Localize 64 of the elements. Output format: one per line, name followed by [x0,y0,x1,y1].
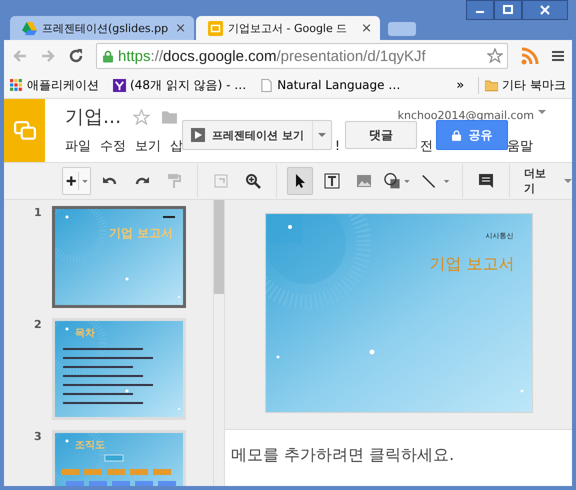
close-icon [540,5,550,15]
shapes-icon [384,172,412,190]
caret-icon [318,133,326,137]
play-icon [191,128,205,142]
menu-item[interactable]: 삽 [170,137,183,155]
drive-icon [22,20,37,36]
slide-number: 1 [34,206,43,221]
maximize-button[interactable] [494,0,522,20]
yahoo-icon [113,78,126,92]
menu-item[interactable]: ! [334,138,340,154]
notes-placeholder: 메모를 추가하려면 클릭하세요. [231,445,456,466]
apps-grid-icon [10,78,23,92]
tab-title: 기업보고서 - Google 드 [228,20,348,36]
new-tool[interactable] [62,167,92,195]
menu-item[interactable]: 전 [420,137,434,155]
lock-icon [452,130,461,140]
speaker-notes[interactable]: 메모를 추가하려면 클릭하세요. [225,429,572,486]
menu-item[interactable]: 수정 [100,137,126,155]
menu-item[interactable]: 파일 [65,137,91,155]
slide-number: 2 [34,318,43,333]
address-bar[interactable]: https://docs.google.com/presentation/d/1qyKJf [96,43,508,69]
bookmark-folder[interactable]: 기타 북마크 [478,76,566,94]
caret-icon[interactable] [564,179,572,183]
more-menu[interactable]: 더보기 [520,166,558,196]
rss-icon[interactable] [520,46,540,66]
close-button[interactable] [522,0,568,20]
minimize-button[interactable] [466,0,494,20]
page-icon [260,78,274,92]
browser-tab[interactable]: 프레젠테이션(gslides.pp × [10,16,194,40]
bookmark[interactable]: 애플리케이션 [10,76,99,94]
menu-item[interactable]: 보기 [135,137,161,155]
zoom-in-icon [245,173,262,189]
comment-icon [478,173,494,189]
thumbnail-title: 조직도 [75,439,105,452]
menu-item[interactable]: 움말 [507,137,534,155]
fit-frame-icon [213,173,230,189]
bookmark[interactable]: (48개 읽지 않음) - … [113,76,246,94]
scrollbar-thumb[interactable] [214,200,224,294]
slide-number: 3 [34,430,43,445]
maximize-icon [503,5,513,15]
paint-roller-icon [166,173,182,189]
caret-icon[interactable] [538,110,546,114]
comments-button[interactable]: 댓글 [345,121,418,149]
star-icon[interactable] [487,48,503,64]
document-title[interactable]: 기업... [65,104,122,130]
browser-tab[interactable]: 기업보고서 - Google 드 × [196,16,380,40]
line-icon [420,173,451,189]
image-icon [356,173,372,189]
text-box-icon [323,172,342,190]
lock-icon [103,50,113,62]
star-icon[interactable] [133,108,150,126]
menu-icon[interactable] [552,50,564,62]
tab-title: 프레젠테이션(gslides.pp [42,20,170,36]
slides-icon [208,20,223,36]
bookmarks-overflow[interactable]: » [456,78,464,92]
tab-close-button[interactable]: × [175,20,186,36]
tab-close-button[interactable]: × [361,20,372,36]
thumbnail-title: 목차 [75,327,95,340]
select-tool[interactable] [287,167,314,195]
reload-icon[interactable] [68,48,84,64]
folder-icon [485,78,498,92]
account-email[interactable]: knchoo2014@gmail.com [398,109,534,122]
thumbnail-title: 기업 보고서 [108,225,173,242]
bookmark[interactable]: Natural Language … [260,78,400,92]
